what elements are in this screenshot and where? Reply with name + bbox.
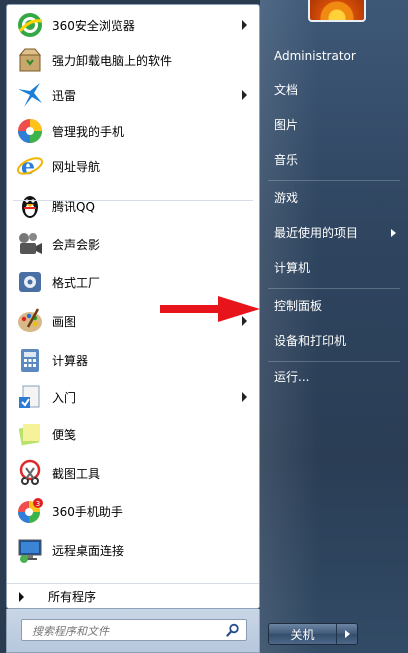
program-label: 格式工厂	[52, 275, 101, 290]
right-item-control-panel[interactable]: 控制面板	[274, 296, 400, 316]
program-label: 360手机助手	[52, 504, 123, 519]
program-item[interactable]: 会声会影	[7, 227, 259, 261]
program-item[interactable]: 3 360手机助手	[7, 494, 259, 528]
right-item-music[interactable]: 音乐	[274, 150, 400, 170]
360-browser-icon	[15, 10, 45, 40]
shutdown-button[interactable]: 关机	[269, 624, 336, 644]
right-item-pictures[interactable]: 图片	[274, 115, 400, 135]
pictures-label: 图片	[274, 118, 299, 132]
right-separator	[268, 180, 400, 181]
uninstall-box-icon	[15, 45, 45, 75]
documents-label: 文档	[274, 83, 299, 97]
shutdown-label: 关机	[290, 627, 315, 642]
format-factory-icon	[15, 267, 45, 297]
program-item[interactable]: 管理我的手机	[7, 114, 259, 148]
phone-manager-icon	[15, 116, 45, 146]
360-phone-assistant-icon: 3	[15, 496, 45, 526]
calculator-icon	[15, 345, 45, 375]
shutdown-control: 关机	[268, 623, 358, 645]
program-label: 截图工具	[52, 466, 101, 481]
program-item[interactable]: 便笺	[7, 417, 259, 451]
thunder-bird-icon	[15, 80, 45, 110]
qq-penguin-icon	[15, 191, 45, 221]
annotation-red-arrow-icon	[160, 296, 260, 322]
submenu-arrow-icon	[242, 20, 247, 30]
snipping-tool-icon	[15, 458, 45, 488]
program-label: 计算器	[52, 353, 89, 368]
user-name-label: Administrator	[274, 49, 356, 63]
search-strip	[6, 609, 260, 653]
program-label: 画图	[52, 314, 77, 329]
program-item[interactable]: 入门	[7, 380, 259, 414]
paint-palette-icon	[15, 306, 45, 336]
program-item[interactable]: 腾讯QQ	[7, 189, 259, 223]
all-programs-arrow-icon	[19, 591, 24, 602]
program-item[interactable]: 强力卸载电脑上的软件	[7, 43, 259, 77]
devices-printers-label: 设备和打印机	[274, 334, 347, 348]
music-label: 音乐	[274, 153, 299, 167]
pinned-separator	[13, 200, 253, 201]
right-item-devices-printers[interactable]: 设备和打印机	[274, 331, 400, 351]
shutdown-options-button[interactable]	[336, 624, 357, 644]
right-separator	[268, 361, 400, 362]
right-item-documents[interactable]: 文档	[274, 80, 400, 100]
sticky-notes-icon	[15, 419, 45, 449]
program-item[interactable]: 截图工具	[7, 456, 259, 490]
right-item-run[interactable]: 运行...	[274, 367, 400, 387]
program-label: 360安全浏览器	[52, 18, 135, 33]
program-label: 便笺	[52, 427, 77, 442]
program-label: 远程桌面连接	[52, 543, 125, 558]
control-panel-label: 控制面板	[274, 299, 323, 313]
all-programs-item[interactable]: 所有程序	[7, 583, 259, 609]
recent-submenu-arrow-icon	[391, 229, 396, 237]
remote-desktop-icon	[15, 535, 45, 565]
program-item[interactable]: 迅雷	[7, 78, 259, 112]
right-item-games[interactable]: 游戏	[274, 188, 400, 208]
recent-items-label: 最近使用的项目	[274, 226, 359, 240]
right-separator	[268, 288, 400, 289]
user-avatar[interactable]	[308, 0, 366, 22]
search-input[interactable]	[30, 621, 224, 641]
program-item[interactable]: 计算器	[7, 343, 259, 377]
search-icon[interactable]	[226, 623, 240, 640]
submenu-arrow-icon	[242, 392, 247, 402]
all-programs-label: 所有程序	[48, 590, 97, 604]
program-item[interactable]: 远程桌面连接	[7, 533, 259, 567]
program-item[interactable]: 360安全浏览器	[7, 8, 259, 42]
computer-label: 计算机	[274, 261, 311, 275]
video-camera-icon	[15, 229, 45, 259]
right-item-recent[interactable]: 最近使用的项目	[274, 223, 400, 243]
ie-browser-icon: e	[15, 151, 45, 181]
right-item-user[interactable]: Administrator	[274, 46, 400, 66]
getting-started-icon	[15, 382, 45, 412]
program-label: 网址导航	[52, 159, 101, 174]
search-box[interactable]	[21, 619, 247, 641]
right-item-computer[interactable]: 计算机	[274, 258, 400, 278]
games-label: 游戏	[274, 191, 299, 205]
program-item[interactable]: e 网址导航	[7, 149, 259, 183]
submenu-arrow-icon	[242, 90, 247, 100]
program-label: 迅雷	[52, 88, 77, 103]
shutdown-options-arrow-icon	[344, 630, 350, 638]
program-label: 强力卸载电脑上的软件	[52, 53, 173, 68]
program-label: 会声会影	[52, 237, 101, 252]
program-label: 入门	[52, 390, 77, 405]
program-label: 管理我的手机	[52, 124, 125, 139]
run-label: 运行...	[274, 370, 310, 384]
svg-text:3: 3	[36, 500, 40, 508]
